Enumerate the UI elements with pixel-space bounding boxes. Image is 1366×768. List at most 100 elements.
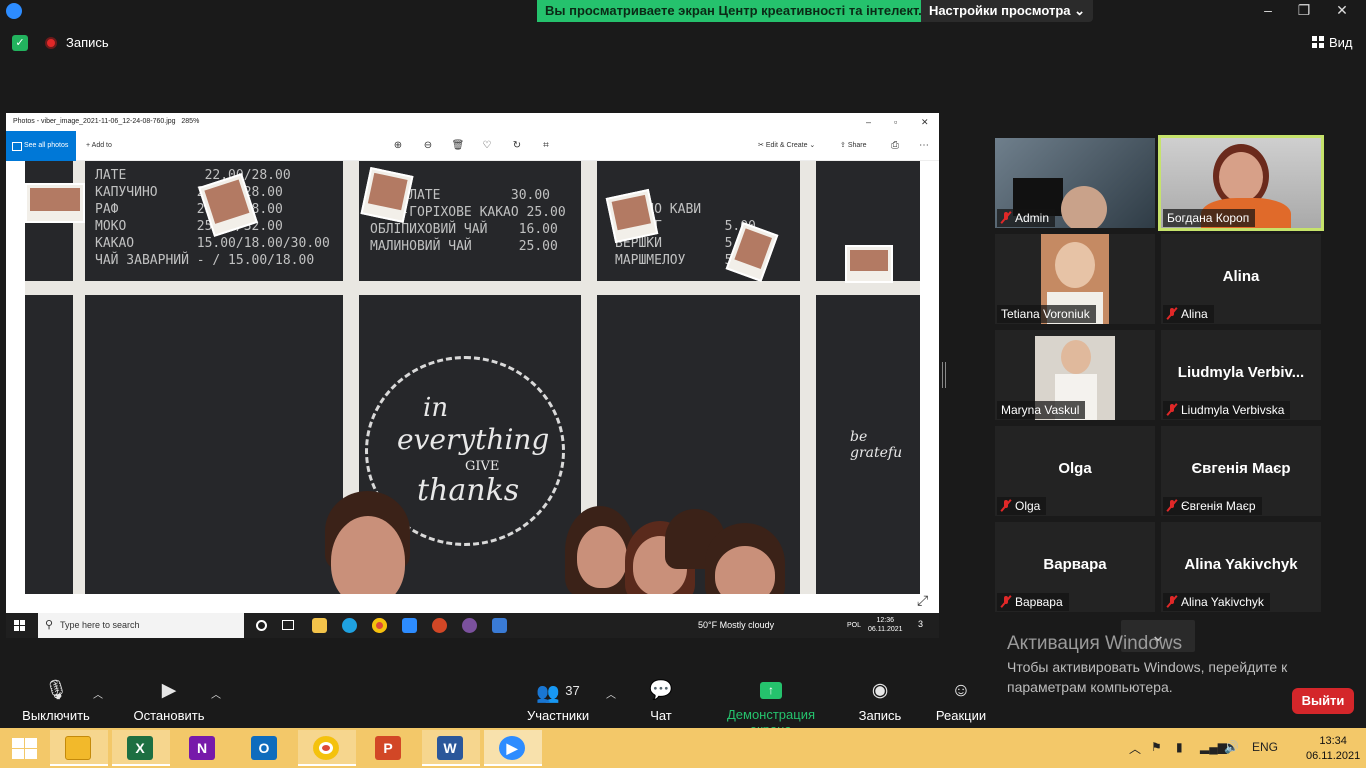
notification-center-icon[interactable]: 3 — [918, 619, 923, 629]
edit-icon: ✂ — [758, 142, 764, 149]
edit-create-button[interactable]: ✂ Edit & Create ⌄ — [758, 131, 815, 161]
split-resize-handle[interactable] — [942, 362, 946, 388]
weather-widget[interactable]: 50°F Mostly cloudy — [698, 613, 774, 638]
grid-icon — [1312, 36, 1324, 48]
edge-icon[interactable] — [342, 618, 357, 633]
taskbar-clock[interactable]: 13:34 06.11.2021 — [1306, 734, 1360, 764]
inner-clock[interactable]: 12:36 06.11.2021 — [868, 616, 903, 634]
leave-meeting-button[interactable]: Выйти — [1292, 688, 1354, 714]
windows-start-icon[interactable] — [14, 620, 25, 631]
frame-divider — [73, 161, 85, 594]
participants-options-caret-icon[interactable]: ︿ — [606, 686, 616, 701]
participant-name: Tetiana Voroniuk — [1001, 307, 1090, 321]
chrome-taskbar-button[interactable] — [298, 730, 356, 766]
record-icon: ◉ — [871, 680, 889, 701]
add-to-label: Add to — [91, 142, 112, 149]
input-language-indicator[interactable]: ENG — [1252, 740, 1278, 754]
more-options-icon[interactable]: ⋯ — [916, 138, 932, 154]
participant-name: Alina Yakivchyk — [1181, 595, 1264, 609]
zoom-taskbar-button[interactable]: ▶ — [484, 730, 542, 766]
chat-button[interactable]: 💬 Чат — [641, 680, 681, 723]
video-options-caret-icon[interactable]: ︿ — [211, 686, 221, 701]
participant-name: Admin — [1015, 211, 1050, 225]
view-button-label: Вид — [1329, 35, 1353, 50]
zoom-in-icon[interactable]: ⊕ — [390, 138, 406, 154]
security-center-icon[interactable]: ⚑ — [1151, 740, 1162, 754]
audio-options-caret-icon[interactable]: ︿ — [93, 686, 103, 701]
participants-button[interactable]: 👥 37 Участники — [527, 680, 589, 723]
muted-mic-icon — [1167, 307, 1177, 320]
participant-tile[interactable]: Alina Alina — [1161, 234, 1321, 324]
participant-tile[interactable]: Liudmyla Verbiv... Liudmyla Verbivska — [1161, 330, 1321, 420]
participant-name-tag: Tetiana Voroniuk — [997, 305, 1096, 323]
muted-mic-icon — [1001, 499, 1011, 512]
hanging-photo — [845, 245, 893, 283]
zoom-out-icon[interactable]: ⊖ — [420, 138, 436, 154]
record-button[interactable]: ◉ Запись — [858, 680, 902, 723]
network-signal-icon[interactable]: ▂▄▆ — [1200, 740, 1227, 754]
participant-tile[interactable]: Tetiana Voroniuk — [995, 234, 1155, 324]
participant-tile[interactable]: Admin — [995, 138, 1155, 228]
share-button[interactable]: ⇪ Share — [840, 131, 867, 161]
reactions-label: Реакции — [935, 708, 987, 723]
participants-count: 37 — [565, 683, 580, 698]
file-explorer-taskbar-button[interactable] — [50, 730, 108, 766]
add-to-button[interactable]: + Add to — [86, 131, 112, 161]
fullscreen-expand-icon[interactable]: ⤢ — [917, 592, 928, 609]
reactions-smiley-icon: ☺ — [951, 680, 971, 701]
battery-icon[interactable]: ▮ — [1176, 740, 1183, 754]
participant-tile[interactable]: Варвара Варвара — [995, 522, 1155, 612]
minimize-button[interactable]: – — [1250, 0, 1286, 22]
cortana-icon[interactable] — [256, 620, 267, 631]
participant-tile[interactable]: Olga Olga — [995, 426, 1155, 516]
participant-tile[interactable]: Alina Yakivchyk Alina Yakivchyk — [1161, 522, 1321, 612]
participant-tile-active-speaker[interactable]: Богдана Короп — [1158, 135, 1324, 231]
view-options-dropdown[interactable]: Настройки просмотра ⌄ — [921, 0, 1093, 22]
participant-display-name: Варвара — [1043, 556, 1107, 573]
view-button[interactable]: Вид — [1312, 35, 1353, 50]
photos-icon[interactable] — [492, 618, 507, 633]
chalk-text-give: GIVE — [465, 459, 500, 474]
onenote-taskbar-button[interactable]: N — [174, 730, 232, 766]
participant-name: Maryna Vaskul — [1001, 403, 1080, 417]
taskbar-search-box[interactable]: Type here to search — [38, 613, 244, 638]
outlook-taskbar-button[interactable]: O — [236, 730, 294, 766]
photos-minimize-icon[interactable]: – — [866, 113, 871, 131]
participant-tile[interactable]: Maryna Vaskul — [995, 330, 1155, 420]
shield-icon[interactable]: ✓ — [12, 35, 28, 51]
reactions-button[interactable]: ☺ Реакции — [935, 680, 987, 723]
participant-name: Olga — [1015, 499, 1041, 513]
windows-start-icon[interactable] — [12, 738, 37, 759]
powerpoint-icon: P — [375, 736, 401, 760]
file-explorer-icon[interactable] — [312, 618, 327, 633]
chrome-icon[interactable] — [372, 618, 387, 633]
muted-mic-icon — [1001, 211, 1011, 224]
delete-icon[interactable]: 🗑 — [450, 138, 466, 154]
powerpoint-icon[interactable] — [432, 618, 447, 633]
viber-icon[interactable] — [462, 618, 477, 633]
show-hidden-icons-caret-icon[interactable]: ︿ — [1129, 740, 1141, 757]
favorite-heart-icon[interactable]: ♡ — [479, 138, 495, 154]
maximize-button[interactable]: ❐ — [1286, 0, 1322, 22]
screen-share-banner[interactable]: Вы просматриваете экран Центр креативнос… — [537, 0, 921, 22]
print-icon[interactable]: ⎙ — [887, 138, 903, 154]
participant-tile[interactable]: Євгенія Маєр Євгенія Маєр — [1161, 426, 1321, 516]
recording-label[interactable]: Запись — [66, 35, 109, 50]
volume-icon[interactable]: 🔊 — [1224, 740, 1239, 754]
excel-taskbar-button[interactable]: X — [112, 730, 170, 766]
word-taskbar-button[interactable]: W — [422, 730, 480, 766]
photos-maximize-icon[interactable]: ▫ — [894, 113, 897, 131]
crop-icon[interactable]: ⌗ — [538, 138, 554, 154]
powerpoint-taskbar-button[interactable]: P — [360, 730, 418, 766]
muted-mic-icon — [1167, 595, 1177, 608]
close-window-button[interactable]: ✕ — [1324, 0, 1360, 22]
rotate-icon[interactable]: ↻ — [509, 138, 525, 154]
zoom-icon[interactable] — [402, 618, 417, 633]
input-language[interactable]: POL — [847, 613, 861, 638]
edit-create-label: Edit & Create — [765, 142, 808, 149]
task-view-icon[interactable] — [282, 620, 294, 630]
record-label: Запись — [858, 708, 902, 723]
photos-close-icon[interactable]: ✕ — [921, 113, 929, 131]
see-all-photos-button[interactable]: See all photos — [6, 131, 76, 161]
cafe-photo: ЛАТЕ 22.00/28.00 КАПУЧИНО 22.00/28.00 РА… — [25, 161, 920, 594]
